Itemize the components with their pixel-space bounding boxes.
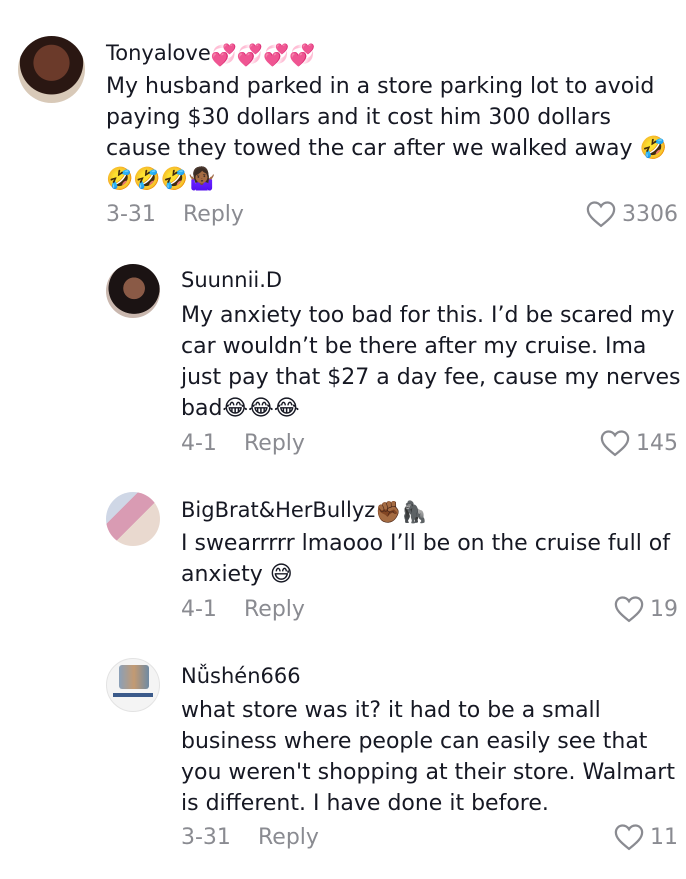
username[interactable]: Tonyalove💞💞💞💞 [106, 41, 315, 66]
comment-text-line: 🤣🤣🤣🤷🏾‍♀️ [106, 167, 216, 192]
like-button[interactable]: 19 [614, 595, 678, 623]
comment-text-line: My anxiety too bad for this. I’d be scar… [181, 303, 675, 328]
comment-text-line: paying $30 dollars and it cost him 300 d… [106, 105, 611, 130]
comment-text-line: just pay that $27 a day fee, cause my ne… [181, 365, 681, 390]
reply-button[interactable]: Reply [244, 431, 305, 456]
comment-date: 4-1 [181, 431, 217, 456]
like-count: 145 [636, 430, 678, 456]
avatar[interactable] [106, 264, 160, 318]
username[interactable]: BigBrat&HerBullyz✊🏾🦍 [181, 498, 428, 523]
like-count: 11 [650, 824, 678, 850]
comment-date: 4-1 [181, 597, 217, 622]
heart-icon[interactable] [600, 429, 630, 457]
comment-text-line: you weren't shopping at their store. Wal… [181, 760, 675, 785]
reply-button[interactable]: Reply [244, 597, 305, 622]
comment-text-line: car wouldn’t be there after my cruise. I… [181, 334, 647, 359]
heart-icon[interactable] [614, 823, 644, 851]
avatar[interactable] [106, 658, 160, 712]
reply-comment: Nǚshén666 what store was it? it had to b… [0, 650, 686, 879]
reply-comment: Suunnii.D My anxiety too bad for this. I… [0, 256, 686, 466]
username-emoji: ✊🏾🦍 [375, 500, 428, 524]
username-emoji: 💞💞💞💞 [210, 43, 316, 67]
username[interactable]: Nǚshén666 [181, 664, 301, 688]
comment-text: My anxiety too bad for this. I’d be scar… [181, 300, 680, 424]
reply-comment: BigBrat&HerBullyz✊🏾🦍 I swearrrrr lmaooo … [0, 484, 686, 634]
comment-text-line: is different. I have done it before. [181, 791, 549, 816]
heart-icon[interactable] [614, 595, 644, 623]
like-count: 19 [650, 596, 678, 622]
comment-text: I swearrrrr lmaooo I’ll be on the cruise… [181, 528, 670, 590]
comment-text-line: My husband parked in a store parking lot… [106, 74, 655, 99]
comment: Tonyalove💞💞💞💞 My husband parked in a sto… [0, 0, 686, 240]
reply-button[interactable]: Reply [183, 202, 244, 227]
comment-date: 3-31 [181, 825, 231, 850]
like-button[interactable]: 11 [614, 823, 678, 851]
comment-text-line: business where people can easily see tha… [181, 729, 648, 754]
comment-text-line: I swearrrrr lmaooo I’ll be on the cruise… [181, 531, 671, 556]
comment-text-line: anxiety 😅 [181, 562, 293, 587]
avatar-image [119, 665, 149, 689]
comment-text-line: cause they towed the car after we walked… [106, 136, 667, 161]
like-button[interactable]: 3306 [586, 200, 678, 228]
avatar[interactable] [18, 36, 85, 103]
avatar-banner [113, 693, 153, 697]
comment-date: 3-31 [106, 202, 156, 227]
comment-text: what store was it? it had to be a small … [181, 695, 675, 819]
heart-icon[interactable] [586, 200, 616, 228]
avatar[interactable] [106, 492, 160, 546]
comment-text-line: bad😂😂😂 [181, 396, 300, 421]
like-count: 3306 [622, 201, 678, 227]
like-button[interactable]: 145 [600, 429, 678, 457]
comment-text: My husband parked in a store parking lot… [106, 71, 667, 195]
comment-text-line: what store was it? it had to be a small [181, 698, 601, 723]
username[interactable]: Suunnii.D [181, 268, 282, 292]
reply-button[interactable]: Reply [258, 825, 319, 850]
